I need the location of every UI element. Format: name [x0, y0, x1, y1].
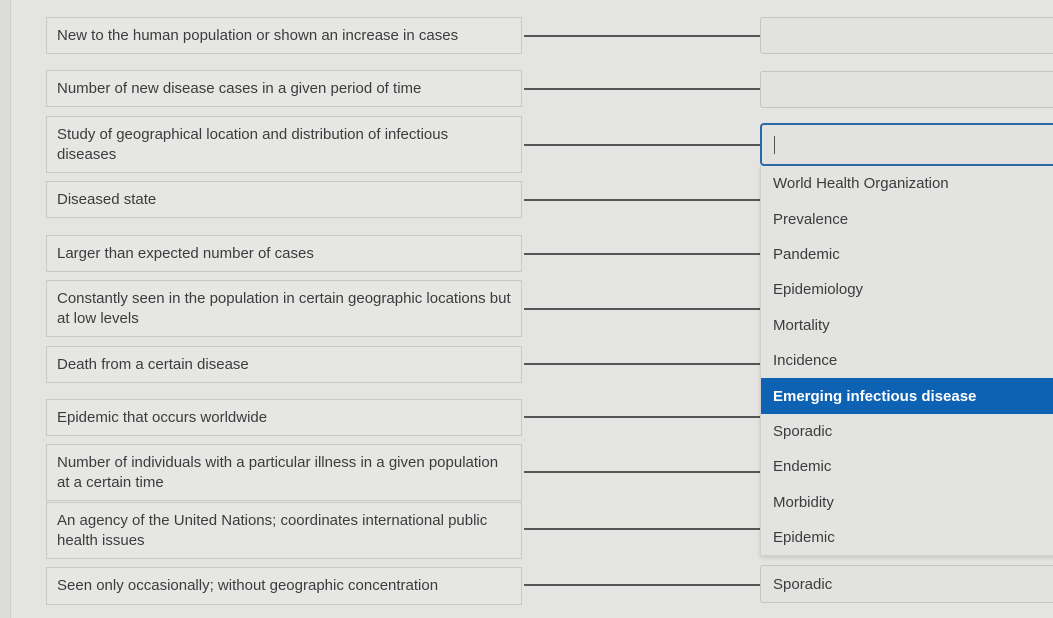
prompt-text: Epidemic that occurs worldwide — [57, 408, 268, 426]
prompt-item: Seen only occasionally; without geograph… — [46, 567, 522, 605]
prompt-item: Diseased state — [46, 181, 522, 218]
prompt-text: Larger than expected number of cases — [57, 244, 314, 262]
connector-line — [524, 584, 760, 586]
answer-dropdown[interactable] — [760, 17, 1053, 54]
answer-dropdown[interactable] — [760, 71, 1053, 108]
connector-line — [524, 199, 760, 201]
answer-dropdown-active[interactable] — [760, 123, 1053, 166]
dropdown-option[interactable]: Incidence — [761, 343, 1053, 378]
prompt-item: Constantly seen in the population in cer… — [46, 280, 522, 337]
answer-value: Sporadic — [773, 575, 833, 593]
dropdown-options-list: World Health Organization Prevalence Pan… — [760, 166, 1053, 557]
text-caret — [774, 135, 775, 154]
dropdown-option[interactable]: Epidemiology — [761, 272, 1053, 307]
connector-line — [524, 35, 760, 37]
connector-line — [524, 253, 760, 255]
dropdown-option[interactable]: Endemic — [761, 449, 1053, 484]
dropdown-option[interactable]: World Health Organization — [761, 166, 1053, 201]
connector-line — [524, 144, 760, 146]
connector-line — [524, 363, 760, 365]
prompt-item: Number of individuals with a particular … — [46, 444, 522, 501]
dropdown-option[interactable]: Morbidity — [761, 485, 1053, 520]
dropdown-option[interactable]: Epidemic — [761, 520, 1053, 555]
prompt-text: Seen only occasionally; without geograph… — [57, 577, 439, 594]
connector-line — [524, 308, 760, 310]
prompt-text: Constantly seen in the population in cer… — [57, 289, 511, 327]
dropdown-option[interactable]: Mortality — [761, 308, 1053, 343]
dropdown-option-highlighted[interactable]: Emerging infectious disease — [761, 378, 1053, 414]
dropdown-option[interactable]: Prevalence — [761, 201, 1053, 236]
prompt-item: New to the human population or shown an … — [46, 17, 522, 54]
prompt-text: Number of new disease cases in a given p… — [57, 79, 422, 97]
prompt-item: An agency of the United Nations; coordin… — [46, 502, 522, 559]
connector-line — [524, 528, 760, 530]
prompt-text: Diseased state — [57, 190, 157, 208]
prompt-item: Study of geographical location and distr… — [46, 116, 522, 173]
connector-line — [524, 416, 760, 418]
prompt-text: Study of geographical location and distr… — [57, 125, 449, 163]
page-edge — [0, 0, 11, 618]
prompt-text: New to the human population or shown an … — [57, 26, 459, 44]
connector-line — [524, 471, 760, 473]
connector-line — [524, 88, 760, 90]
prompt-item: Number of new disease cases in a given p… — [46, 70, 522, 107]
prompt-item: Death from a certain disease — [46, 346, 522, 383]
dropdown-option[interactable]: Pandemic — [761, 237, 1053, 272]
answer-dropdown[interactable]: Sporadic — [760, 565, 1053, 603]
dropdown-option[interactable]: Sporadic — [761, 414, 1053, 449]
prompt-text: Death from a certain disease — [57, 355, 249, 373]
prompt-text: An agency of the United Nations; coordin… — [57, 511, 488, 549]
prompt-item: Epidemic that occurs worldwide — [46, 399, 522, 436]
prompt-text: Number of individuals with a particular … — [57, 453, 499, 491]
prompt-item: Larger than expected number of cases — [46, 235, 522, 272]
